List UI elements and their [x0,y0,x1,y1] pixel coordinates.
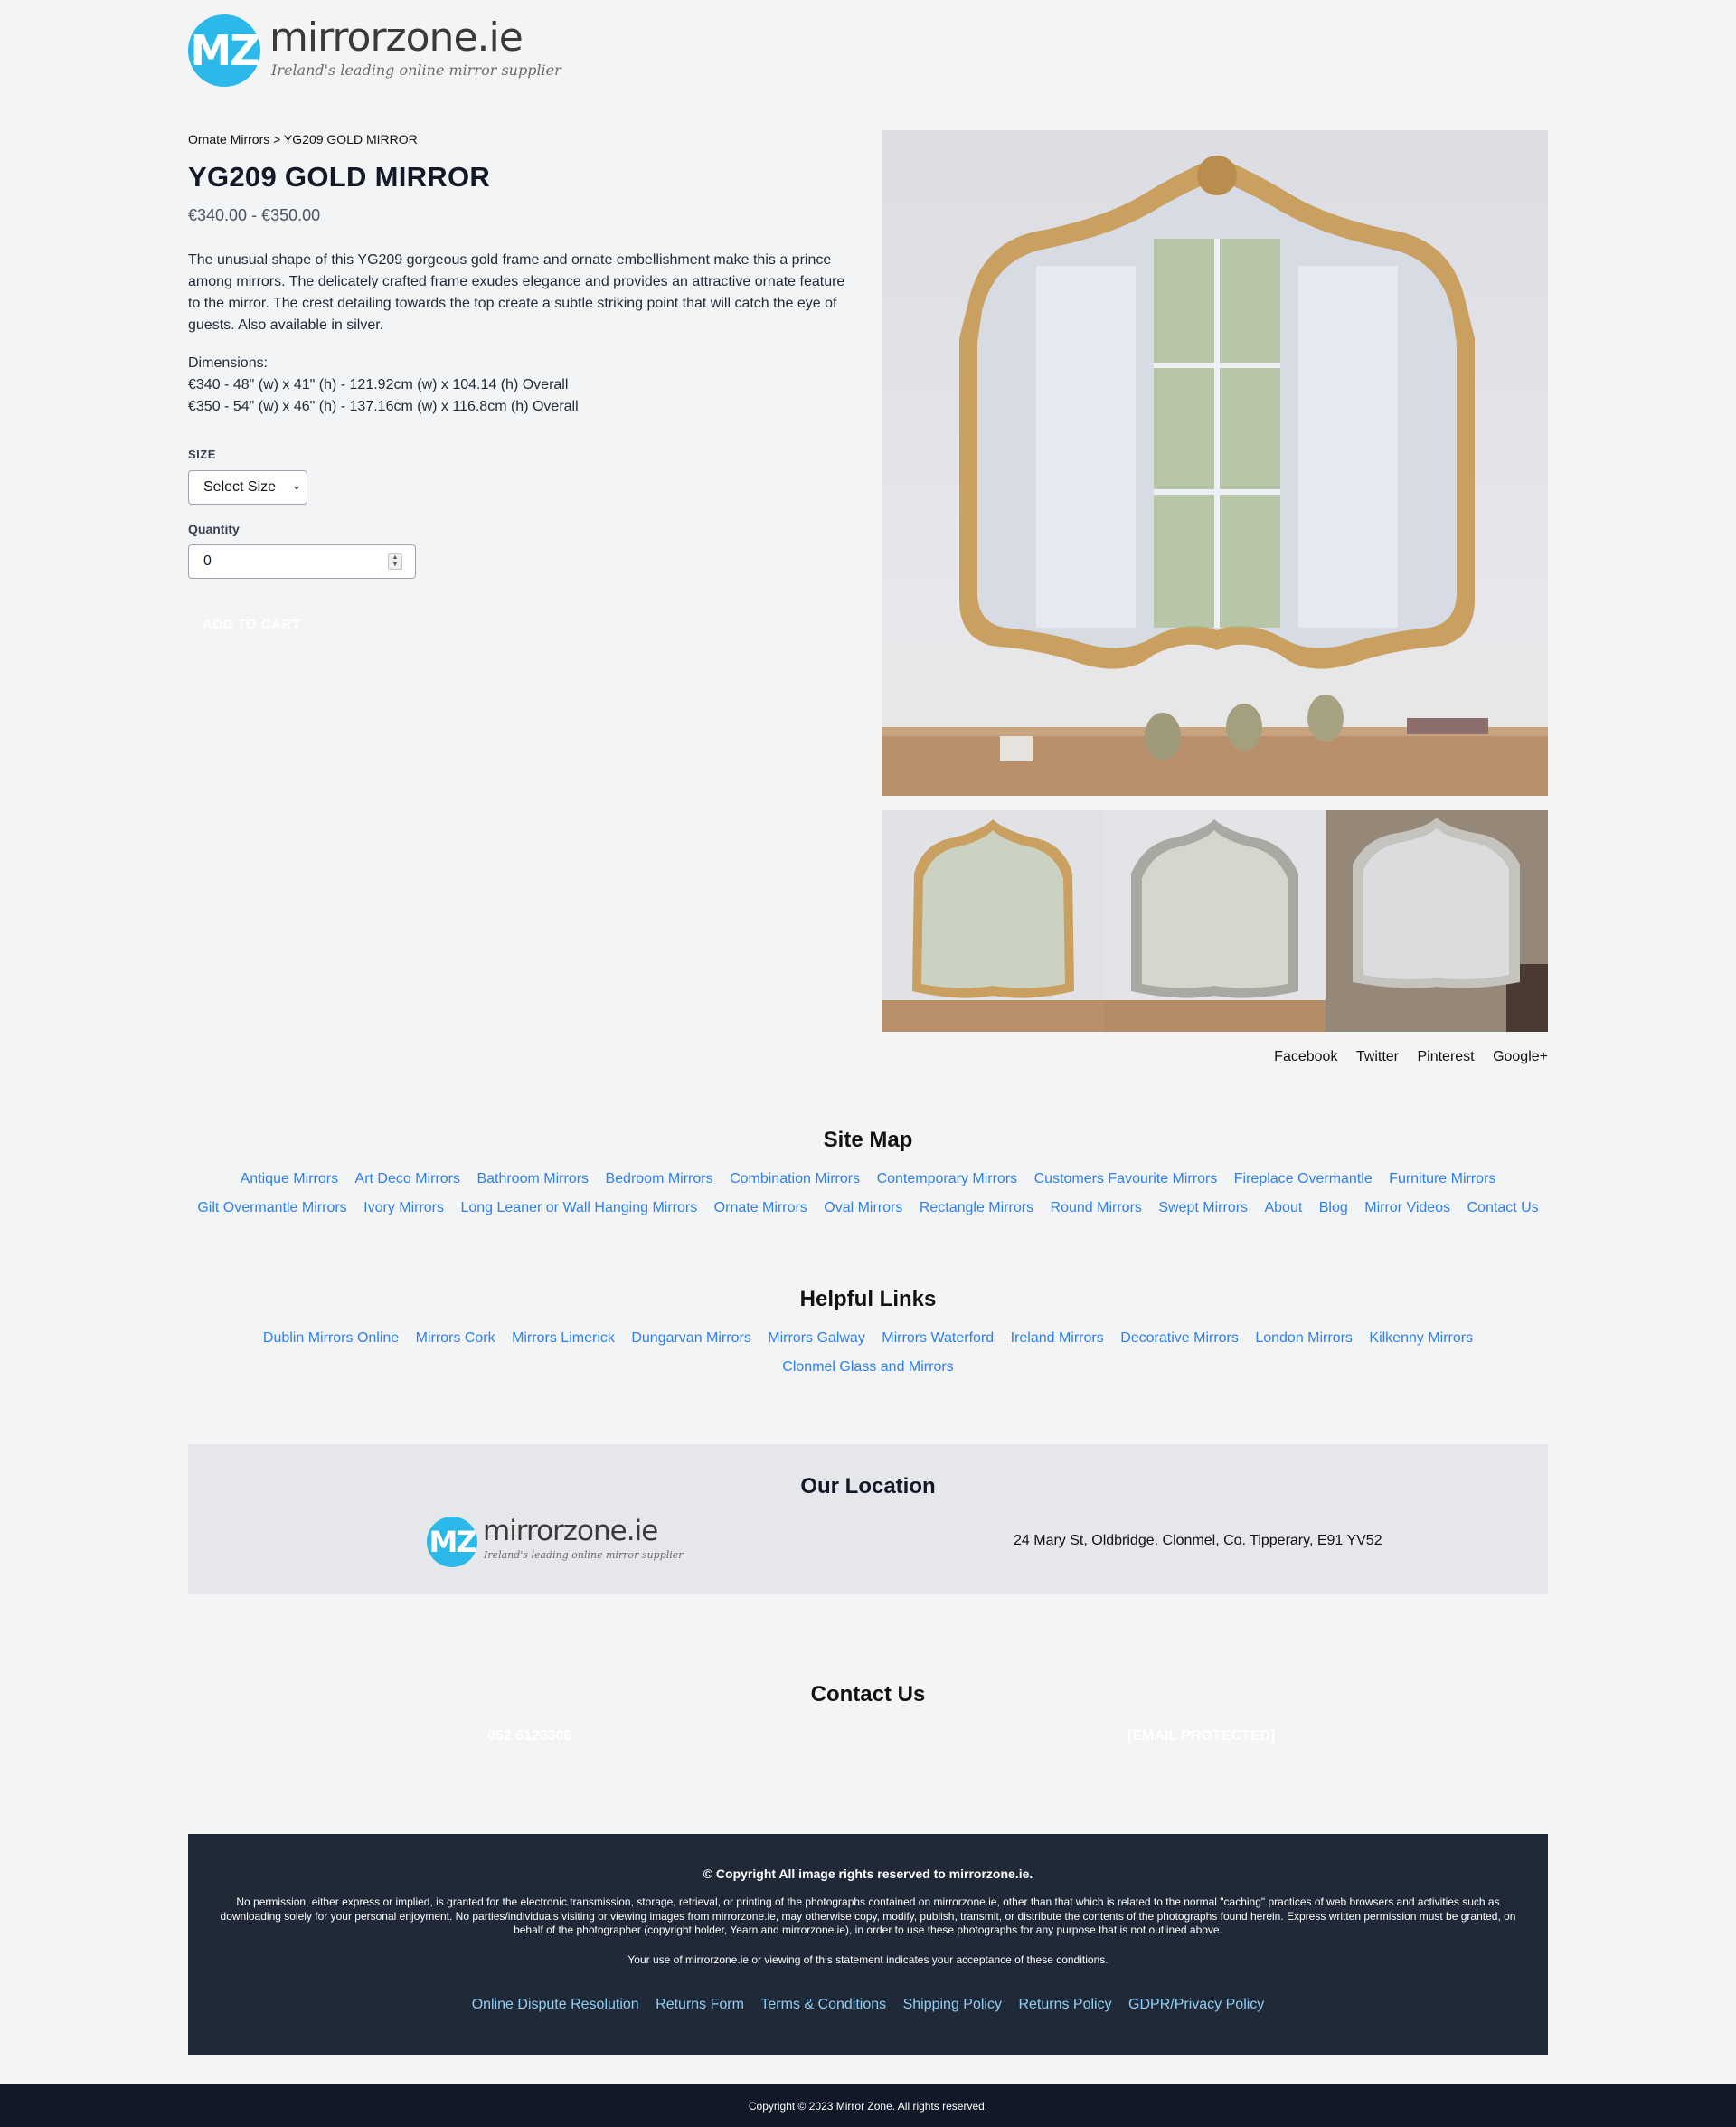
pinterest-link[interactable]: Pinterest [1417,1049,1474,1064]
helpful-link[interactable]: Decorative Mirrors [1120,1330,1239,1346]
helpful-link[interactable]: Mirrors Galway [768,1330,865,1346]
gold-mirror-illustration [882,156,1548,796]
thumbnail-image [1104,819,1326,1032]
footer-acceptance: Your use of mirrorzone.ie or viewing of … [627,1953,1109,1966]
site-map-link[interactable]: Rectangle Mirrors [920,1200,1033,1215]
site-map-row: Gilt Overmantle Mirrors Ivory Mirrors Lo… [0,1200,1736,1216]
site-map-link[interactable]: Blog [1319,1200,1348,1215]
footer-link[interactable]: Returns Policy [1018,1997,1111,2012]
site-map-link[interactable]: Contact Us [1467,1200,1539,1215]
helpful-link[interactable]: Mirrors Cork [416,1330,495,1346]
product-title: YG209 GOLD MIRROR [188,161,491,193]
footer-link[interactable]: Returns Form [656,1997,744,2012]
thumbnail-gold-mirror[interactable] [882,810,1104,1032]
site-map-link[interactable]: Contemporary Mirrors [877,1171,1018,1186]
thumbnail-image [1326,810,1548,1032]
site-map-title: Site Map [823,1128,913,1152]
quantity-label: Quantity [188,522,240,536]
helpful-link[interactable]: Kilkenny Mirrors [1369,1330,1473,1346]
site-map-link[interactable]: Swept Mirrors [1158,1200,1248,1215]
helpful-link[interactable]: London Mirrors [1255,1330,1353,1346]
site-map-link[interactable]: Gilt Overmantle Mirrors [197,1200,346,1215]
site-map-link[interactable]: Ivory Mirrors [363,1200,444,1215]
quantity-value: 0 [203,553,212,569]
site-map-link[interactable]: Fireplace Overmantle [1234,1171,1373,1186]
logo-wordmark: mirrorzone.ie [269,14,524,61]
logo-mark: MZ [188,14,260,87]
site-map-row: Antique Mirrors Art Deco Mirrors Bathroo… [0,1171,1736,1187]
product-dimensions: Dimensions: €340 - 48" (w) x 41" (h) - 1… [188,353,579,418]
product-description: The unusual shape of this YG209 gorgeous… [188,252,845,333]
site-map-link[interactable]: Round Mirrors [1051,1200,1142,1215]
helpful-link[interactable]: Dungarvan Mirrors [631,1330,750,1346]
add-to-cart-button[interactable]: ADD TO CART [188,606,315,646]
breadcrumb[interactable]: Ornate Mirrors > YG209 GOLD MIRROR [188,132,418,147]
footer-copyright: © Copyright All image rights reserved to… [703,1867,1033,1881]
footer-links: Online Dispute Resolution Returns Form T… [188,1997,1548,2013]
quantity-stepper[interactable]: 0 ▲ ▼ [188,544,416,579]
location-logo: MZ mirrorzone.ie Ireland's leading onlin… [427,1515,684,1569]
googleplus-link[interactable]: Google+ [1493,1049,1548,1064]
site-map-link[interactable]: Customers Favourite Mirrors [1034,1171,1218,1186]
helpful-links-row: Clonmel Glass and Mirrors [0,1359,1736,1375]
contact-email-link[interactable]: [EMAIL PROTECTED] [1127,1728,1275,1744]
size-select[interactable]: Select Size ⌄ [188,470,307,505]
thumbnail-silver-mirror-room[interactable] [1326,810,1548,1032]
social-links: Facebook Twitter Pinterest Google+ [1260,1049,1548,1065]
footer-link[interactable]: Shipping Policy [903,1997,1002,2012]
site-map-link[interactable]: Mirror Videos [1364,1200,1450,1215]
stepper-arrows-icon[interactable]: ▲ ▼ [388,553,402,570]
contact-title: Contact Us [810,1682,926,1706]
bottom-copyright-bar: Copyright © 2023 Mirror Zone. All rights… [0,2084,1736,2127]
location-title: Our Location [800,1474,936,1498]
bottom-copyright: Copyright © 2023 Mirror Zone. All rights… [748,2100,988,2113]
footer-link[interactable]: GDPR/Privacy Policy [1128,1997,1264,2012]
site-map-link[interactable]: Long Leaner or Wall Hanging Mirrors [460,1200,697,1215]
site-map-link[interactable]: Oval Mirrors [824,1200,902,1215]
product-price: €340.00 - €350.00 [188,206,321,224]
helpful-link[interactable]: Mirrors Limerick [512,1330,615,1346]
helpful-link[interactable]: Dublin Mirrors Online [263,1330,399,1346]
footer-link[interactable]: Terms & Conditions [760,1997,886,2012]
size-label: SIZE [188,448,216,461]
footer-link[interactable]: Online Dispute Resolution [472,1997,639,2012]
dimensions-line: €340 - 48" (w) x 41" (h) - 121.92cm (w) … [188,377,569,392]
logo-tagline: Ireland's leading online mirror supplier [271,61,561,79]
helpful-links-title: Helpful Links [799,1287,937,1311]
footer: © Copyright All image rights reserved to… [188,1834,1548,2055]
logo-wordmark: mirrorzone.ie [483,1515,658,1547]
chevron-down-icon: ⌄ [291,479,301,492]
site-map-link[interactable]: About [1264,1200,1302,1215]
site-map-link[interactable]: Antique Mirrors [241,1171,338,1186]
helpful-link[interactable]: Ireland Mirrors [1011,1330,1104,1346]
helpful-link[interactable]: Clonmel Glass and Mirrors [782,1359,953,1375]
site-map-link[interactable]: Art Deco Mirrors [355,1171,460,1186]
thumbnail-silver-mirror[interactable] [1104,810,1326,1032]
site-logo[interactable]: MZ mirrorzone.ie Ireland's leading onlin… [188,13,561,89]
logo-tagline: Ireland's leading online mirror supplier [484,1549,684,1561]
contact-phone-link[interactable]: 052 6128306 [487,1728,571,1744]
site-map-link[interactable]: Ornate Mirrors [714,1200,807,1215]
location-address: 24 Mary St, Oldbridge, Clonmel, Co. Tipp… [1014,1533,1382,1548]
helpful-link[interactable]: Mirrors Waterford [882,1330,994,1346]
location-section: Our Location MZ mirrorzone.ie Ireland's … [188,1444,1548,1594]
site-map-link[interactable]: Furniture Mirrors [1389,1171,1495,1186]
footer-legal-text: No permission, either express or implied… [220,1895,1516,1936]
product-main-image[interactable] [882,130,1548,796]
facebook-link[interactable]: Facebook [1274,1049,1337,1064]
site-map-link[interactable]: Combination Mirrors [730,1171,860,1186]
site-map-link[interactable]: Bathroom Mirrors [476,1171,589,1186]
site-map-link[interactable]: Bedroom Mirrors [605,1171,712,1186]
logo-mark: MZ [427,1517,477,1567]
dimensions-heading: Dimensions: [188,355,269,371]
thumbnail-image [882,819,1104,1032]
dimensions-line: €350 - 54" (w) x 46" (h) - 137.16cm (w) … [188,399,579,414]
size-select-value: Select Size [203,479,277,495]
helpful-links-row: Dublin Mirrors Online Mirrors Cork Mirro… [0,1330,1736,1347]
twitter-link[interactable]: Twitter [1356,1049,1399,1064]
